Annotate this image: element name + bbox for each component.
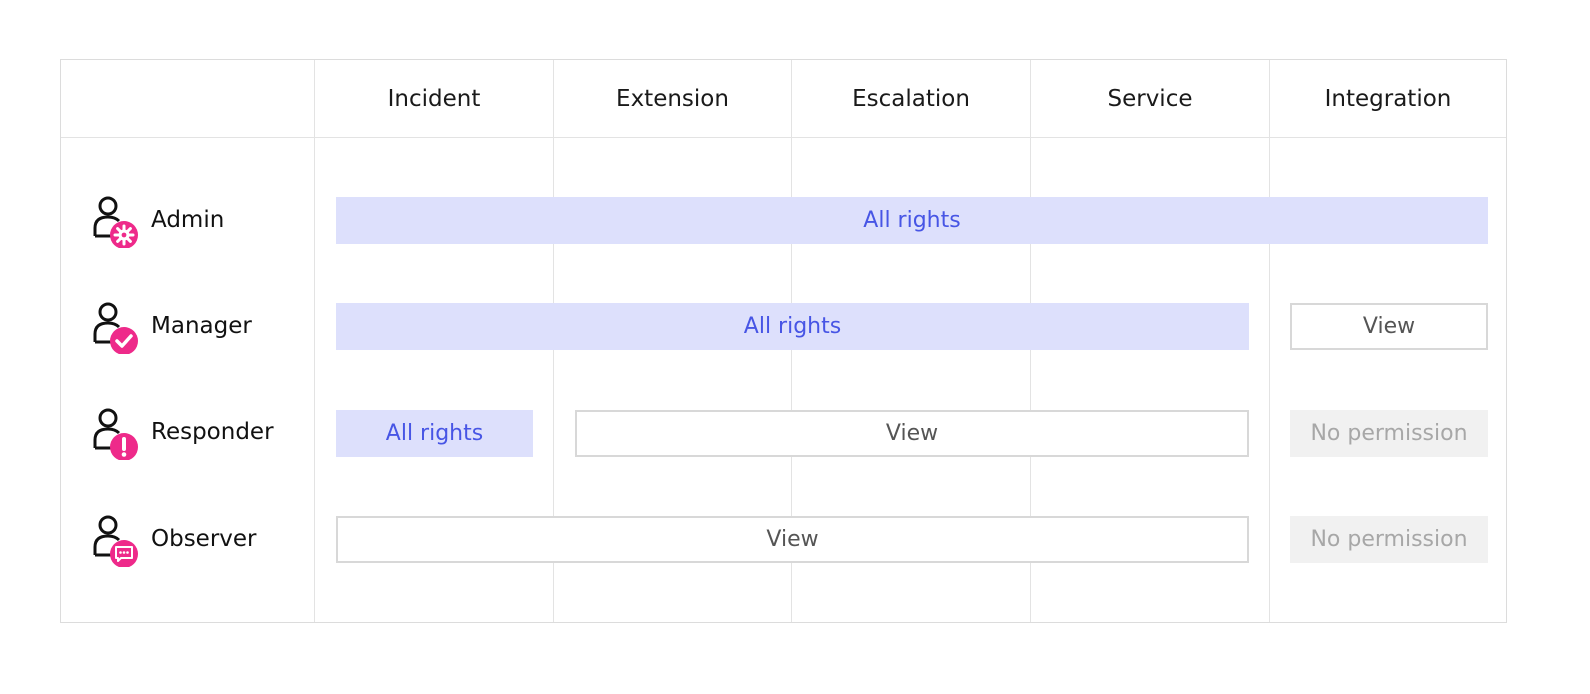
role-manager: Manager <box>91 294 311 358</box>
role-label: Admin <box>151 207 225 233</box>
permission-matrix: Incident Extension Escalation Service In… <box>60 59 1507 623</box>
grid-line <box>1269 60 1270 622</box>
permission-bar-no-permission: No permission <box>1290 410 1488 457</box>
user-gear-icon <box>93 196 138 248</box>
user-alert-icon <box>93 408 138 460</box>
role-label: Manager <box>151 313 252 339</box>
grid-line <box>314 60 315 622</box>
column-header-extension: Extension <box>616 85 729 112</box>
role-admin: Admin <box>91 188 311 252</box>
permission-bar-all-rights: All rights <box>336 197 1488 244</box>
column-header-integration: Integration <box>1324 85 1452 112</box>
role-responder: Responder <box>91 400 311 464</box>
user-check-icon <box>93 302 138 354</box>
permission-bar-no-permission: No permission <box>1290 516 1488 563</box>
header-divider <box>61 137 1506 138</box>
permission-bar-view: View <box>336 516 1249 563</box>
column-header-service: Service <box>1107 85 1193 112</box>
role-observer: Observer <box>91 507 311 571</box>
permission-bar-view: View <box>1290 303 1488 350</box>
permission-bar-all-rights: All rights <box>336 303 1249 350</box>
role-label: Responder <box>151 419 274 445</box>
permission-bar-all-rights: All rights <box>336 410 533 457</box>
column-header-escalation: Escalation <box>852 85 970 112</box>
permission-bar-view: View <box>575 410 1249 457</box>
user-chat-icon <box>93 515 138 567</box>
role-label: Observer <box>151 526 257 552</box>
column-header-incident: Incident <box>387 85 481 112</box>
